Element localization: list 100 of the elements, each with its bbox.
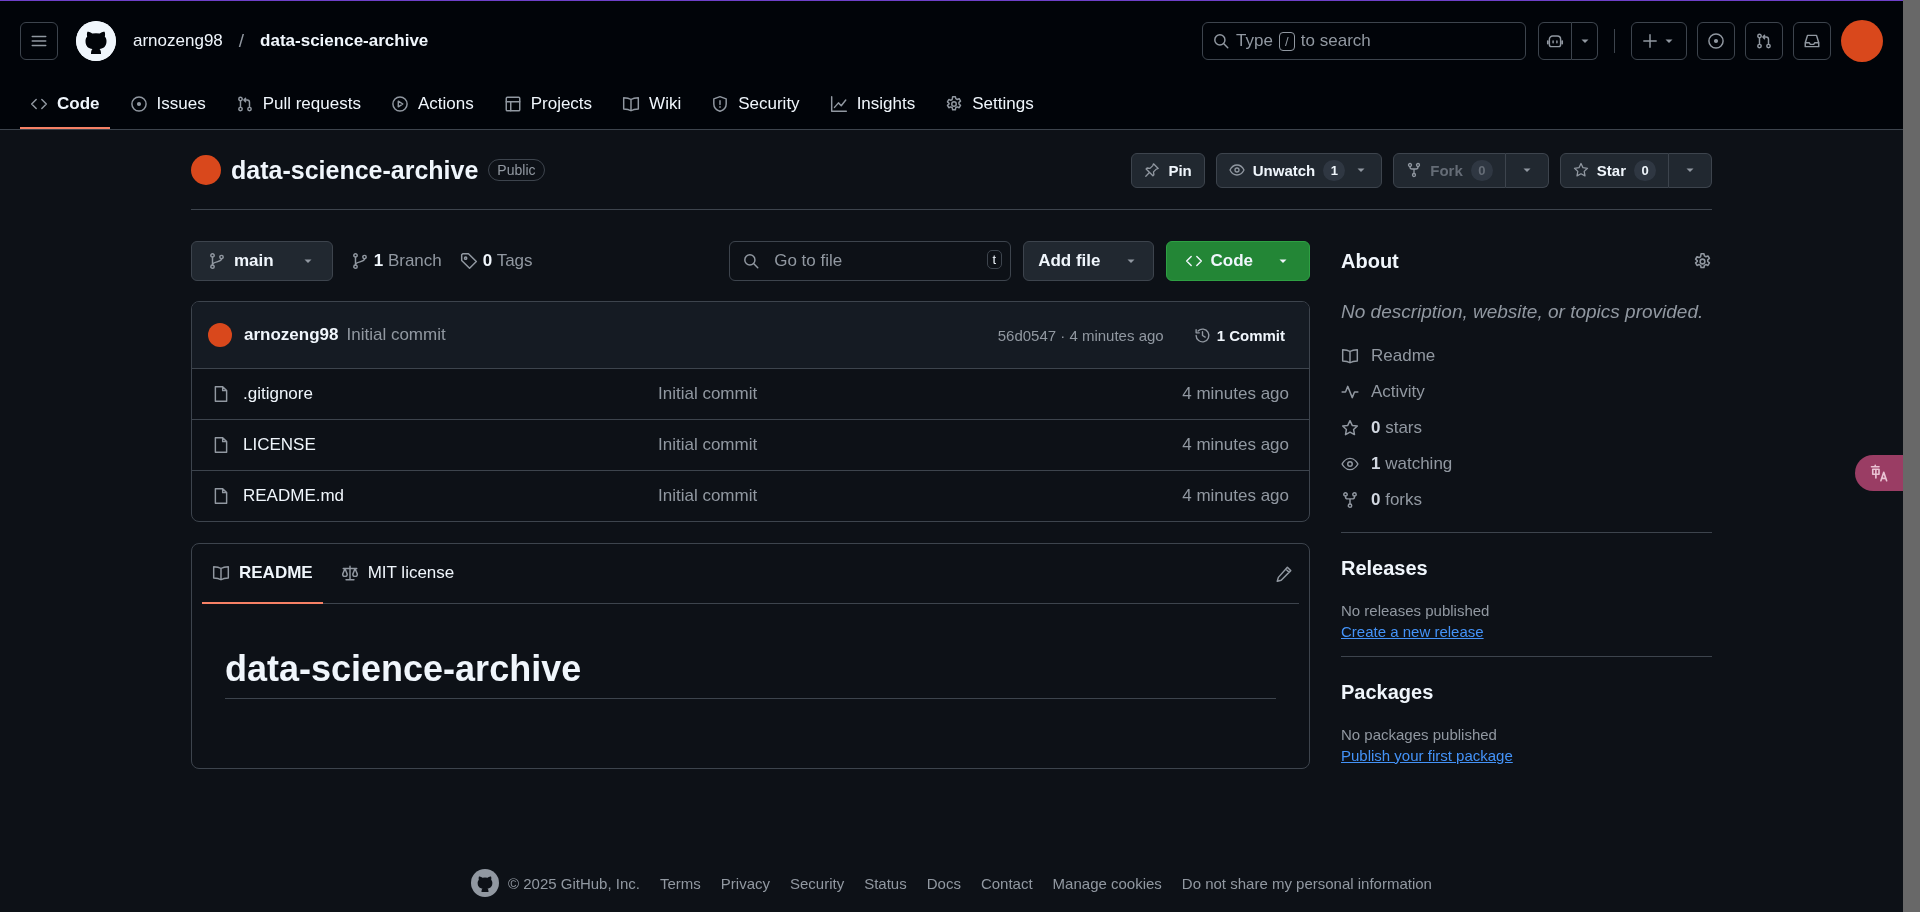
commit-message[interactable]: Initial commit [658,384,758,404]
search-field[interactable]: Type / to search [1202,22,1526,60]
graph-icon [829,95,848,113]
section-title: Releases [1341,556,1429,580]
repo-tab[interactable]: Code [20,81,110,129]
section-title: Packages [1341,680,1435,704]
play-icon [390,95,409,113]
action-button[interactable]: Unwatch 1 [1215,152,1383,188]
footer-link[interactable]: Status [864,874,907,892]
about-link[interactable]: Activity [1341,373,1712,410]
user-avatar[interactable] [1841,20,1883,62]
logo-icon[interactable] [471,869,499,897]
counter: 1 [1323,159,1346,181]
commit-time: 4 minutes ago [1182,384,1289,404]
repo-tab[interactable]: Actions [380,81,484,129]
code-button[interactable]: Code [1165,241,1310,281]
about-link[interactable]: 1 watching [1341,445,1712,482]
readme-tab[interactable]: MIT license [330,544,465,604]
about-link[interactable]: 0 stars [1341,409,1712,446]
copilot-button[interactable] [1538,22,1572,60]
repo-tab[interactable]: Insights [819,81,926,129]
pin-icon [1144,162,1161,178]
star-icon [1341,418,1359,437]
shortcut-key: / [1278,31,1295,51]
readme-heading: data-science-archive [225,648,1276,699]
copyright-text: © 2025 GitHub, Inc. [508,874,640,892]
pull-requests-button[interactable] [1745,22,1783,60]
description-text: No description, website, or topics provided. [1341,300,1705,324]
branches-link[interactable]: 1 Branch [350,251,442,271]
repo-tab[interactable]: Projects [493,81,603,129]
menu-button[interactable] [20,22,58,60]
empty-note: No packages published [1341,725,1498,743]
readme-tab[interactable]: README [202,544,323,604]
section-link[interactable]: Create a new release [1341,622,1484,640]
star-icon [1572,162,1589,178]
branch-icon [208,252,226,270]
section-link[interactable]: Publish your first package [1341,746,1513,764]
search-icon [1212,32,1230,50]
plus-icon [1641,32,1659,50]
commit-time: 4 minutes ago [1182,486,1289,506]
create-button[interactable] [1631,22,1687,60]
shortcut-key: t [986,250,1003,269]
fork-icon [1406,162,1423,178]
pencil-icon [1275,564,1293,583]
footer-link[interactable]: Security [790,874,845,892]
scrollbar-thumb[interactable] [1903,0,1920,912]
counter: 0 [1634,159,1656,181]
issues-button[interactable] [1697,22,1735,60]
commit-author[interactable]: arnozeng98 [244,325,339,345]
inbox-button[interactable] [1793,22,1831,60]
commit-hash-time: 56d0547 · 4 minutes ago [997,326,1164,344]
pull-request-icon [1755,32,1773,50]
pull-request-icon [235,95,254,113]
file-name[interactable]: .gitignore [243,384,658,404]
tag-icon [459,252,478,270]
footer-link[interactable]: Manage cookies [1052,874,1162,892]
branch-selector[interactable]: main [191,241,333,281]
footer-link[interactable]: Docs [926,874,961,892]
about-link[interactable]: Readme [1341,337,1712,374]
history-icon [1193,326,1211,344]
book-icon [212,564,230,582]
commit-message[interactable]: Initial commit [658,435,758,455]
repo-tab[interactable]: Pull requests [225,81,371,129]
settings-button[interactable] [1693,251,1712,271]
repo-tab[interactable]: Settings [935,81,1044,129]
file-icon [212,487,230,505]
action-button[interactable]: Star 0 [1559,152,1669,188]
repository-link[interactable]: data-science-archive [260,31,429,51]
commit-message[interactable]: Initial commit [346,325,446,345]
file-name[interactable]: README.md [243,486,658,506]
file-name[interactable]: LICENSE [243,435,658,455]
footer-link[interactable]: Privacy [720,874,770,892]
settings-icon [945,95,964,113]
commit-message[interactable]: Initial commit [658,486,758,506]
circle-dot-icon [129,95,148,113]
tags-link[interactable]: 0 Tags [459,251,533,271]
fork-icon [1341,490,1359,509]
owner-link[interactable]: arnozeng98 [133,31,223,51]
add-file-button[interactable]: Add file [1023,241,1154,281]
repo-tab[interactable]: Issues [119,81,216,129]
shield-icon [711,95,730,113]
footer-link[interactable]: Do not share my personal information [1181,874,1432,892]
translate-button[interactable] [1855,455,1903,491]
about-title: About [1341,249,1399,273]
footer-link[interactable]: Terms [659,874,701,892]
repository-name[interactable]: data-science-archive [231,155,479,185]
owner-avatar [191,155,221,185]
scale-icon [340,564,359,582]
book-icon [1341,346,1359,365]
file-icon [212,436,230,454]
copilot-icon [1546,32,1564,50]
author-avatar [208,323,232,347]
footer-link[interactable]: Contact [980,874,1033,892]
repo-tab[interactable]: Wiki [612,81,692,129]
action-button[interactable]: Pin [1131,152,1205,188]
logo-icon[interactable] [76,21,116,61]
about-link[interactable]: 0 forks [1341,481,1712,518]
branch-icon [350,252,369,270]
repo-tab[interactable]: Security [701,81,810,129]
commits-link[interactable]: 1 Commit [1185,320,1293,350]
